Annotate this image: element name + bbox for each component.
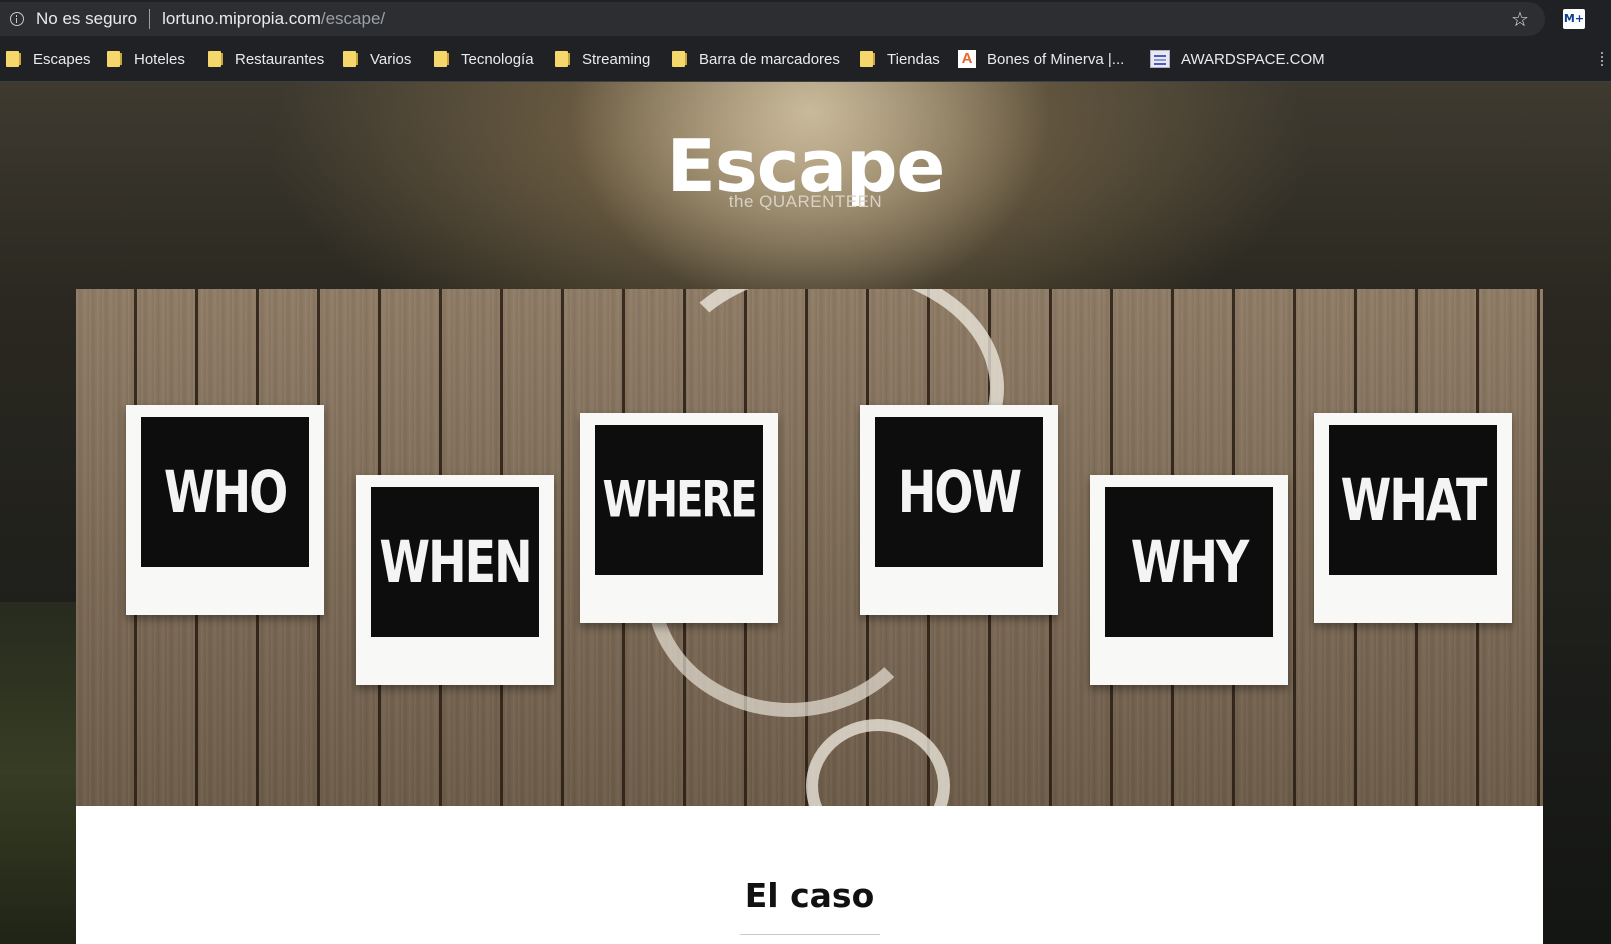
bookmark-label: Bones of Minerva |... — [987, 50, 1125, 68]
bookmark-label: Streaming — [582, 50, 651, 68]
omnibox-divider — [149, 9, 151, 29]
background-foliage — [0, 602, 80, 944]
section-divider — [740, 934, 880, 935]
bookmarks-bar: Escapes Hoteles Restaurantes Varios Tecn… — [0, 38, 1611, 82]
bookmark-label: Tiendas — [887, 50, 940, 68]
site-tagline: the QUARENTEEN — [728, 192, 883, 211]
polaroid-when: WHEN — [356, 475, 554, 685]
url-host[interactable]: lortuno.mipropia.com — [162, 9, 321, 29]
bones-of-minerva-favicon-icon: A — [958, 50, 976, 68]
bookmark-streaming[interactable]: Streaming — [555, 38, 650, 80]
polaroid-photo: WHY — [1105, 487, 1273, 637]
address-bar[interactable]: No es seguro lortuno.mipropia.com/escape… — [0, 2, 1545, 36]
folder-icon — [107, 51, 122, 67]
polaroid-word: WHEN — [379, 528, 532, 596]
bookmark-varios[interactable]: Varios — [343, 38, 411, 80]
url-path[interactable]: /escape/ — [321, 9, 385, 29]
polaroid-photo: WHAT — [1329, 425, 1497, 575]
polaroid-why: WHY — [1090, 475, 1288, 685]
folder-icon — [555, 51, 570, 67]
polaroid-word: WHERE — [602, 471, 757, 529]
content-card: El caso — [76, 806, 1543, 944]
more-bookmarks-icon[interactable] — [1601, 52, 1605, 66]
bookmark-label: Tecnología — [461, 50, 534, 68]
security-indicator[interactable]: No es seguro — [36, 9, 137, 29]
folder-icon — [860, 51, 875, 67]
bookmark-label: AWARDSPACE.COM — [1181, 50, 1325, 68]
bookmark-restaurantes[interactable]: Restaurantes — [208, 38, 324, 80]
polaroid-word: WHY — [1130, 528, 1250, 596]
polaroid-who: WHO — [126, 405, 324, 615]
awardspace-favicon-icon — [1150, 50, 1170, 68]
polaroid-word: HOW — [897, 458, 1022, 526]
polaroid-what: WHAT — [1314, 413, 1512, 623]
polaroid-photo: WHO — [141, 417, 309, 567]
polaroid-where: WHERE — [580, 413, 778, 623]
extension-icon[interactable]: M+ — [1563, 9, 1585, 29]
bookmark-label: Hoteles — [134, 50, 185, 68]
bookmark-label: Escapes — [33, 50, 91, 68]
folder-icon — [672, 51, 687, 67]
polaroid-how: HOW — [860, 405, 1058, 615]
polaroid-photo: WHEN — [371, 487, 539, 637]
bookmark-label: Barra de marcadores — [699, 50, 840, 68]
question-mark-dot — [806, 719, 950, 806]
section-title: El caso — [744, 876, 875, 915]
folder-icon — [208, 51, 223, 67]
folder-icon — [6, 51, 21, 67]
bookmark-label: Varios — [370, 50, 412, 68]
info-icon[interactable] — [10, 12, 24, 26]
bookmark-tecnologia[interactable]: Tecnología — [434, 38, 534, 80]
bookmark-label: Restaurantes — [235, 50, 325, 68]
polaroid-word: WHAT — [1340, 466, 1488, 534]
browser-toolbar: No es seguro lortuno.mipropia.com/escape… — [0, 0, 1611, 38]
bookmark-escapes[interactable]: Escapes — [6, 38, 91, 80]
bookmark-barra-de-marcadores[interactable]: Barra de marcadores — [672, 38, 840, 80]
bookmark-hoteles[interactable]: Hoteles — [107, 38, 185, 80]
folder-icon — [343, 51, 358, 67]
bookmark-star-icon[interactable]: ☆ — [1509, 9, 1531, 31]
bookmark-tiendas[interactable]: Tiendas — [860, 38, 940, 80]
header-banner-image: WHO WHEN WHERE HOW WHY WHAT — [76, 289, 1543, 806]
polaroid-word: WHO — [163, 458, 288, 526]
bookmark-awardspace[interactable]: AWARDSPACE.COM — [1150, 38, 1325, 80]
web-page: Escape the QUARENTEEN WHO WHEN WHERE HOW — [0, 82, 1611, 944]
folder-icon — [434, 51, 449, 67]
polaroid-photo: HOW — [875, 417, 1043, 567]
polaroid-photo: WHERE — [595, 425, 763, 575]
bookmark-bones-of-minerva[interactable]: A Bones of Minerva |... — [958, 38, 1124, 80]
